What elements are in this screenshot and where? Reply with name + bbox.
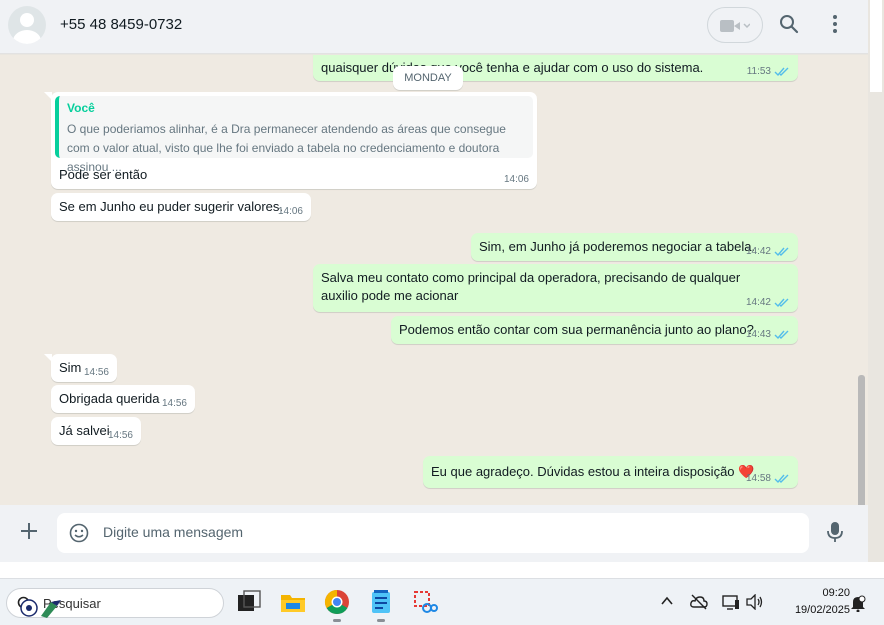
double-check-icon [774, 474, 789, 483]
default-avatar-icon[interactable] [8, 6, 46, 44]
quoted-message[interactable]: Você O que poderiamos alinhar, é a Dra p… [55, 96, 533, 174]
message-text: Sim, em Junho já poderemos negociar a ta… [479, 239, 756, 254]
message-meta: 14:42 [746, 246, 790, 257]
message-text: Sim [59, 360, 82, 375]
message-text: Pode ser então [59, 167, 148, 182]
incoming-message[interactable]: Você O que poderiamos alinhar, é a Dra p… [44, 92, 537, 189]
snipping-tool-icon[interactable] [412, 589, 438, 615]
file-explorer-icon[interactable] [280, 589, 306, 615]
attach-button[interactable] [19, 521, 39, 546]
message-text: quaisquer dúvidas que você tenha e ajuda… [321, 60, 704, 75]
outgoing-message[interactable]: Eu que agradeço. Dúvidas estou a inteira… [423, 456, 798, 488]
message-time: 11:53 [746, 66, 771, 77]
outgoing-message[interactable]: Salva meu contato como principal da oper… [313, 264, 798, 312]
message-text: Já salvei [59, 423, 110, 438]
message-meta: 14:56 [84, 367, 109, 378]
message-time: 14:42 [745, 297, 771, 308]
window-edge [868, 0, 884, 562]
message-input[interactable]: Digite uma mensagem [57, 513, 809, 553]
message-composer: Digite uma mensagem [0, 505, 868, 562]
message-list[interactable]: quaisquer dúvidas que você tenha e ajuda… [0, 55, 868, 505]
microphone-icon [827, 522, 843, 542]
video-call-button[interactable] [707, 7, 763, 43]
message-time: 14:56 [83, 367, 109, 378]
search-button[interactable] [779, 14, 799, 39]
message-meta: 14:58 [746, 473, 790, 484]
vertical-dots-icon [833, 15, 837, 33]
search-icon [780, 15, 799, 34]
chrome-icon[interactable] [324, 589, 350, 622]
message-text: Podemos então contar com sua permanência… [399, 322, 754, 337]
sticker-icon[interactable] [69, 523, 89, 543]
menu-button[interactable] [826, 14, 844, 39]
taskbar-search[interactable]: Pesquisar [6, 588, 224, 618]
network-icon[interactable] [722, 594, 740, 610]
message-input-placeholder: Digite uma mensagem [103, 524, 244, 540]
outgoing-message[interactable]: Podemos então contar com sua permanência… [391, 316, 798, 344]
message-text: Se em Junho eu puder sugerir valores. [59, 199, 284, 214]
incoming-message[interactable]: Se em Junho eu puder sugerir valores. 14… [51, 193, 311, 221]
message-time: 14:56 [107, 430, 133, 441]
taskbar: Pesquisar 09:20 19/02/2025 [0, 578, 884, 625]
notepad-icon[interactable] [368, 589, 394, 622]
incoming-message[interactable]: Já salvei 14:56 [51, 417, 141, 445]
cloud-off-icon[interactable] [690, 594, 708, 610]
double-check-icon [774, 247, 789, 256]
message-time: 14:06 [503, 174, 529, 185]
message-time: 14:43 [745, 329, 771, 340]
incoming-message[interactable]: Sim 14:56 [44, 354, 117, 382]
double-check-icon [774, 298, 789, 307]
message-time: 14:06 [277, 206, 303, 217]
plus-icon [21, 523, 37, 539]
message-time: 14:42 [745, 246, 771, 257]
clock-time[interactable]: 09:20 [800, 587, 850, 599]
contact-name[interactable]: +55 48 8459-0732 [60, 16, 182, 33]
video-camera-icon [720, 20, 750, 32]
message-meta: 11:53 [747, 66, 790, 77]
chat-header: +55 48 8459-0732 [0, 0, 868, 54]
chevron-up-icon[interactable] [660, 594, 674, 608]
message-text-content: Eu que agradeço. Dúvidas estou a inteira… [431, 464, 735, 479]
message-meta: 14:06 [278, 206, 303, 217]
window-scroll-thumb[interactable] [870, 0, 882, 92]
message-text: Obrigada querida [59, 391, 160, 406]
notification-icon[interactable] [850, 594, 866, 612]
message-meta: 14:43 [746, 329, 790, 340]
message-meta: 14:42 [746, 297, 790, 308]
message-time: 14:58 [745, 473, 771, 484]
message-meta: 14:56 [108, 430, 133, 441]
day-divider: MONDAY [393, 66, 463, 90]
outgoing-message[interactable]: quaisquer dúvidas que você tenha e ajuda… [313, 55, 798, 81]
double-check-icon [774, 67, 789, 76]
window-bottom-gap [0, 562, 884, 578]
incoming-message[interactable]: Obrigada querida 14:56 [51, 385, 195, 413]
voice-message-button[interactable] [826, 521, 844, 548]
message-text: Eu que agradeço. Dúvidas estou a inteira… [431, 463, 754, 481]
speaker-icon[interactable] [746, 594, 764, 610]
message-time: 14:56 [161, 398, 187, 409]
soccer-ball-icon [20, 599, 61, 618]
double-check-icon [774, 330, 789, 339]
message-text: Salva meu contato como principal da oper… [321, 270, 741, 303]
clock-date[interactable]: 19/02/2025 [775, 604, 850, 616]
outgoing-message[interactable]: Sim, em Junho já poderemos negociar a ta… [471, 233, 798, 261]
message-meta: 14:56 [162, 398, 187, 409]
message-meta: 14:06 [504, 174, 529, 185]
chat-scrollbar[interactable] [858, 375, 865, 505]
quote-author: Você [67, 101, 95, 115]
task-view-icon[interactable] [236, 589, 262, 615]
